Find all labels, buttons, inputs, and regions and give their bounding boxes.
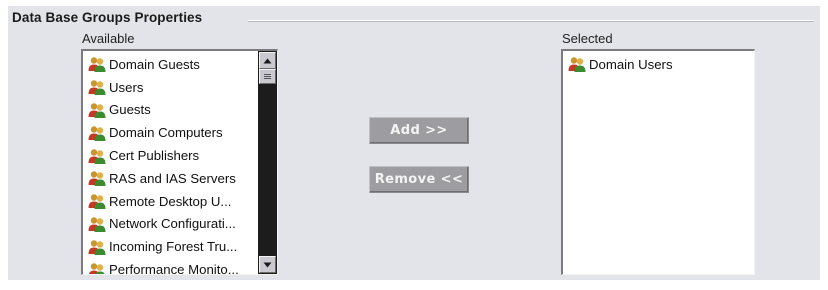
user-group-icon xyxy=(88,103,106,118)
user-group-icon xyxy=(88,171,106,187)
list-item[interactable]: Incoming Forest Tru... xyxy=(83,235,258,258)
list-item[interactable]: RAS and IAS Servers xyxy=(83,167,258,190)
list-item-label: Domain Guests xyxy=(109,56,200,72)
list-item[interactable]: Domain Computers xyxy=(83,121,258,144)
user-group-icon xyxy=(88,217,106,232)
selected-label: Selected xyxy=(562,31,613,46)
user-group-icon xyxy=(88,80,106,96)
arrow-down-icon xyxy=(263,262,272,267)
list-item-label: Guests xyxy=(109,102,151,118)
list-item-label: Network Configurati... xyxy=(109,216,236,232)
group-divider xyxy=(248,20,814,22)
list-item-label: Domain Users xyxy=(589,56,673,72)
group-title: Data Base Groups Properties xyxy=(12,10,203,25)
list-item[interactable]: Remote Desktop U... xyxy=(83,190,258,213)
list-item[interactable]: Cert Publishers xyxy=(83,144,258,167)
scroll-down-button[interactable] xyxy=(259,256,276,273)
arrow-up-icon xyxy=(263,58,272,63)
available-scrollbar[interactable] xyxy=(258,51,277,274)
list-item[interactable]: Domain Users xyxy=(563,53,754,76)
user-group-icon xyxy=(88,240,106,255)
available-listbox[interactable]: Domain Guests Users Guests Domain Comput… xyxy=(81,49,278,275)
available-label: Available xyxy=(82,31,135,46)
user-group-icon xyxy=(88,262,105,274)
scroll-up-button[interactable] xyxy=(259,52,276,69)
user-group-icon xyxy=(88,57,106,73)
remove-button[interactable]: Remove << xyxy=(369,166,469,193)
list-item[interactable]: Users xyxy=(83,76,258,99)
user-group-icon xyxy=(88,126,106,141)
list-item-label: Users xyxy=(109,79,144,95)
user-group-icon xyxy=(88,148,106,164)
user-group-icon xyxy=(568,57,586,73)
list-item[interactable]: Performance Monito... xyxy=(83,258,258,275)
list-item-label: Incoming Forest Tru... xyxy=(109,239,238,255)
list-item-label: Domain Computers xyxy=(109,125,223,141)
group-box: Data Base Groups Properties Available Se… xyxy=(8,6,820,280)
list-item[interactable]: Network Configurati... xyxy=(83,213,258,236)
list-item-label: Remote Desktop U... xyxy=(109,193,232,209)
list-item-label: RAS and IAS Servers xyxy=(109,170,236,186)
list-item[interactable]: Domain Guests xyxy=(83,53,258,76)
scroll-thumb[interactable] xyxy=(259,69,276,84)
user-group-icon xyxy=(88,194,106,210)
add-button[interactable]: Add >> xyxy=(369,117,469,144)
list-item-label: Cert Publishers xyxy=(109,148,200,164)
list-item[interactable]: Guests xyxy=(83,99,258,122)
selected-listbox[interactable]: Domain Users xyxy=(561,49,755,275)
list-item-label: Performance Monito... xyxy=(109,262,239,275)
